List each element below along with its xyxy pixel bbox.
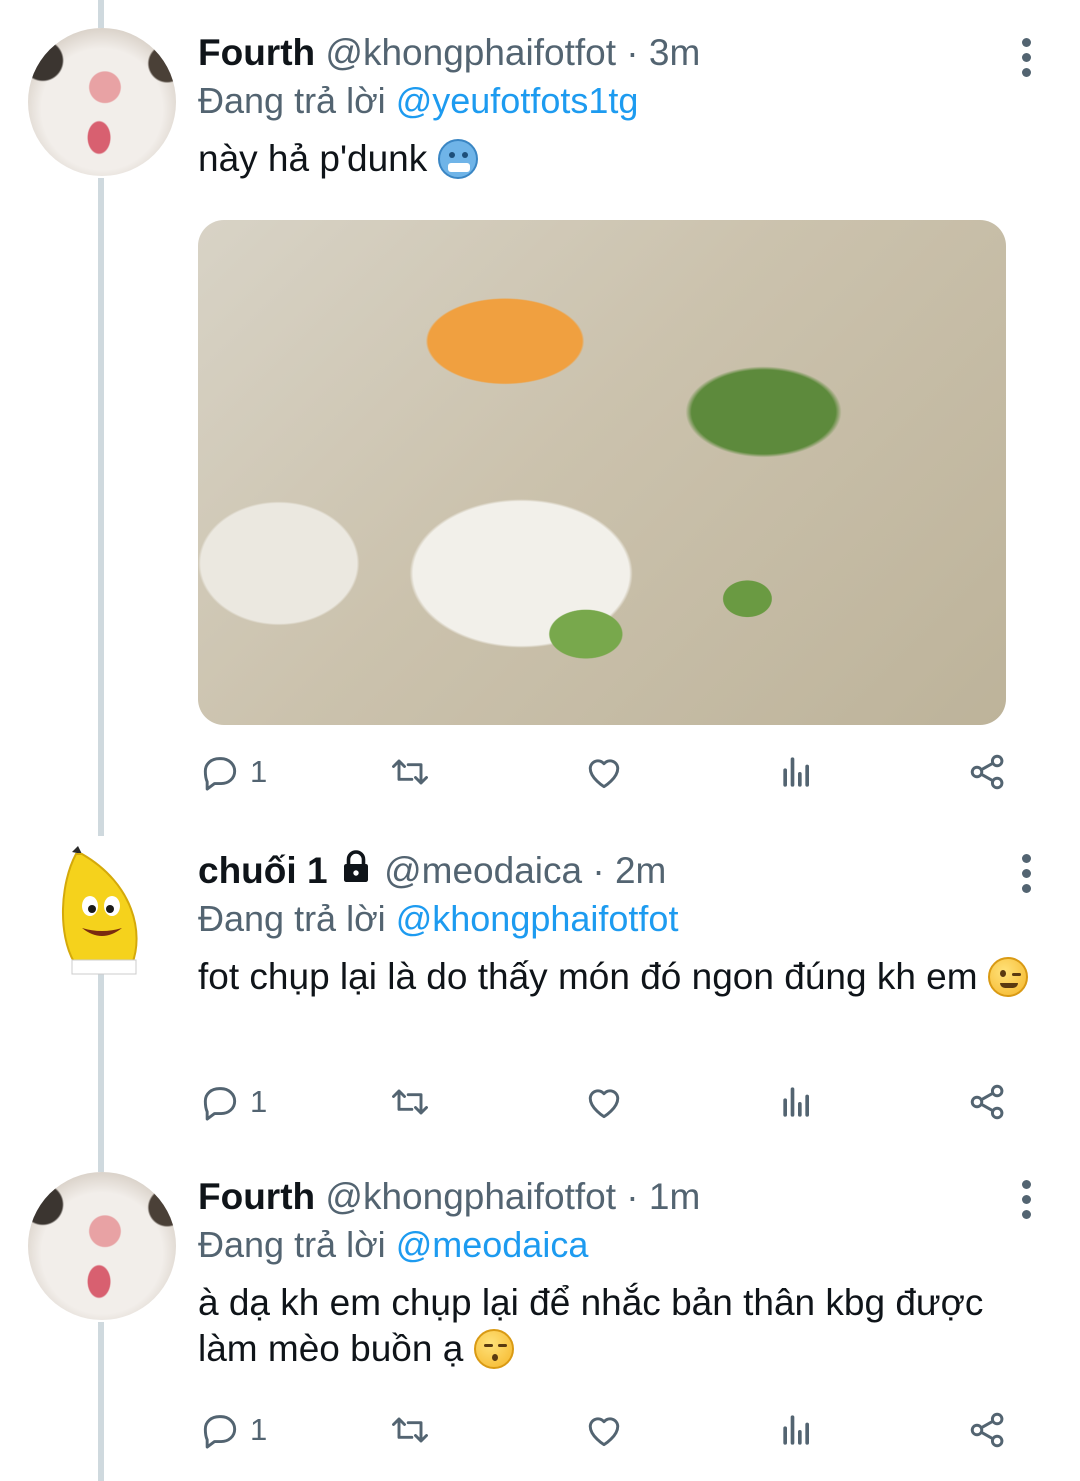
timestamp[interactable]: 3m (649, 32, 700, 73)
tweet-media-image[interactable] (198, 220, 1006, 725)
action-bar: 1 (198, 1406, 1018, 1454)
views-button[interactable] (776, 1406, 820, 1454)
reply-icon (203, 1415, 237, 1449)
action-bar: 1 (198, 748, 1018, 796)
like-icon (588, 1417, 620, 1447)
reply-button[interactable]: 1 (198, 1078, 267, 1126)
replying-to: Đang trả lời @khongphaifotfot (198, 896, 1040, 942)
like-button[interactable] (582, 1406, 626, 1454)
reply-count: 1 (250, 754, 268, 789)
retweet-button[interactable] (388, 748, 432, 796)
share-button[interactable] (966, 748, 1010, 796)
timestamp[interactable]: 2m (615, 850, 666, 891)
display-name[interactable]: chuối 1 (198, 850, 328, 891)
like-icon (588, 1089, 620, 1119)
mention-link[interactable]: @meodaica (396, 1224, 589, 1265)
separator: · (626, 32, 639, 73)
reply-count: 1 (250, 1084, 268, 1119)
display-name[interactable]: Fourth (198, 1176, 315, 1217)
avatar[interactable] (28, 1172, 176, 1320)
tweet-text: này hả p'dunk (198, 136, 1040, 182)
views-icon (783, 1087, 809, 1117)
reply-button[interactable]: 1 (198, 748, 267, 796)
user-handle[interactable]: @khongphaifotfot (325, 32, 616, 73)
views-icon (783, 757, 809, 787)
share-icon (970, 1412, 1004, 1448)
tweet-text: fot chụp lại là do thấy món đó ngon đúng… (198, 954, 1040, 1000)
views-icon (783, 1415, 809, 1445)
tweet-text: à dạ kh em chụp lại để nhắc bản thân kbg… (198, 1280, 1040, 1372)
retweet-button[interactable] (388, 1078, 432, 1126)
tweet-text-content: fot chụp lại là do thấy món đó ngon đúng… (198, 956, 978, 997)
reply-count: 1 (250, 1412, 268, 1447)
replying-to: Đang trả lời @meodaica (198, 1222, 1040, 1268)
like-button[interactable] (582, 748, 626, 796)
replying-to: Đang trả lời @yeufotfots1tg (198, 78, 1040, 124)
winking-face-emoji (987, 957, 1028, 997)
share-icon (970, 754, 1004, 790)
replying-label: Đang trả lời (198, 1224, 386, 1265)
tweet-header: chuối 1 @meodaica · 2m (198, 848, 1040, 894)
mention-link[interactable]: @khongphaifotfot (396, 898, 679, 939)
tweet-text-content: này hả p'dunk (198, 138, 428, 179)
tweet-text-content: à dạ kh em chụp lại để nhắc bản thân kbg… (198, 1282, 984, 1369)
tweet-header: Fourth @khongphaifotfot · 3m (198, 30, 1040, 76)
more-icon[interactable] (1022, 1180, 1032, 1220)
tweet[interactable]: chuối 1 @meodaica · 2m Đang trả lời @kho… (0, 836, 1080, 1156)
lock-icon (343, 850, 368, 882)
retweet-icon (392, 1417, 428, 1443)
avatar[interactable] (52, 844, 152, 984)
action-bar: 1 (198, 1078, 1018, 1126)
tweet[interactable]: Fourth @khongphaifotfot · 1m Đang trả lờ… (0, 1156, 1080, 1481)
share-button[interactable] (966, 1406, 1010, 1454)
like-button[interactable] (582, 1078, 626, 1126)
share-icon (970, 1084, 1004, 1120)
retweet-button[interactable] (388, 1406, 432, 1454)
retweet-icon (392, 1089, 428, 1115)
kissing-face-emoji (473, 1329, 514, 1369)
retweet-icon (392, 759, 428, 785)
display-name[interactable]: Fourth (198, 32, 315, 73)
cold-face-emoji (437, 139, 478, 179)
separator: · (626, 1176, 639, 1217)
banana-avatar-image (61, 846, 138, 975)
separator: · (592, 850, 605, 891)
reply-icon (203, 1087, 237, 1121)
views-button[interactable] (776, 1078, 820, 1126)
share-button[interactable] (966, 1078, 1010, 1126)
more-icon[interactable] (1022, 854, 1032, 894)
replying-label: Đang trả lời (198, 80, 386, 121)
tweet-header: Fourth @khongphaifotfot · 1m (198, 1174, 1040, 1220)
reply-icon (203, 757, 237, 791)
avatar[interactable] (28, 28, 176, 176)
tweet[interactable]: Fourth @khongphaifotfot · 3m Đang trả lờ… (0, 0, 1080, 830)
like-icon (588, 759, 620, 789)
user-handle[interactable]: @meodaica (384, 850, 582, 891)
mention-link[interactable]: @yeufotfots1tg (396, 80, 639, 121)
timestamp[interactable]: 1m (649, 1176, 700, 1217)
reply-button[interactable]: 1 (198, 1406, 267, 1454)
replying-label: Đang trả lời (198, 898, 386, 939)
views-button[interactable] (776, 748, 820, 796)
user-handle[interactable]: @khongphaifotfot (325, 1176, 616, 1217)
more-icon[interactable] (1022, 38, 1032, 78)
